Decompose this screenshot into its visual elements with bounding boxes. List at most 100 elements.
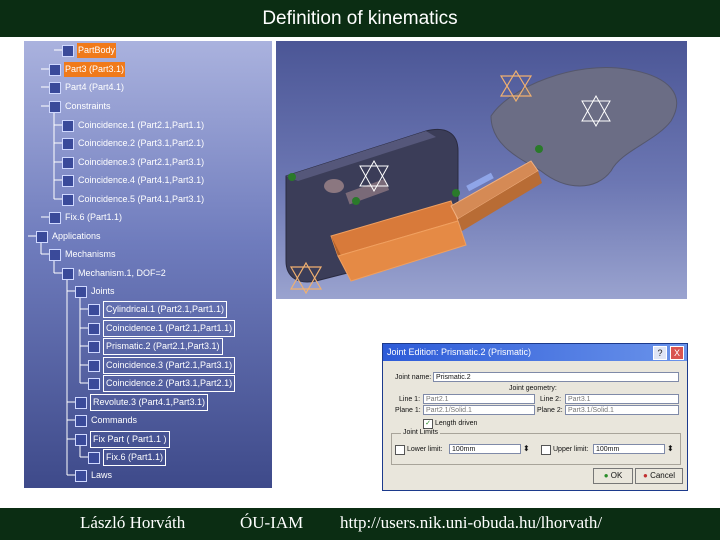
specification-tree[interactable]: PartBody Part3 (Part3.1) Part4 (Part4.1) Co… <box>24 41 272 488</box>
tree-node[interactable]: Coincidence.1 (Part2.1,Part1.1) <box>88 320 236 337</box>
tree-node-icon <box>88 377 100 390</box>
tree-node[interactable]: Coincidence.4 (Part4.1,Part3.1) <box>62 173 205 188</box>
tree-node[interactable]: Coincidence.2 (Part3.1,Part2.1) <box>88 375 236 392</box>
tree-node-label: Coincidence.2 (Part3.1,Part2.1) <box>103 375 236 392</box>
plane2-field[interactable]: Part3.1/Solid.1 <box>565 405 679 415</box>
tree-node[interactable]: Constraints <box>49 99 112 114</box>
joint-name-label: Joint name: <box>395 374 432 381</box>
tree-node[interactable]: Fix.6 (Part1.1) <box>88 449 167 466</box>
ok-button[interactable]: ● OK <box>593 468 633 484</box>
tree-node[interactable]: Commands <box>75 413 138 428</box>
tree-node[interactable]: Part4 (Part4.1) <box>49 80 125 95</box>
tree-node[interactable]: Mechanism.1, DOF=2 <box>62 266 167 281</box>
tree-node-label: Cylindrical.1 (Part2.1,Part1.1) <box>103 301 228 318</box>
tree-node-label: Commands <box>91 415 138 425</box>
tree-node-icon <box>62 193 74 206</box>
dialog-title: Joint Edition: Prismatic.2 (Prismatic) <box>387 347 532 357</box>
tree-node[interactable]: Coincidence.1 (Part2.1,Part1.1) <box>62 118 205 133</box>
tree-node[interactable]: PartBody <box>62 43 117 58</box>
tree-node-label: Fix.6 (Part1.1) <box>65 212 123 222</box>
tree-node-label: Laws <box>91 470 113 480</box>
tree-node-icon <box>88 322 100 335</box>
tree-node-label: Coincidence.5 (Part4.1,Part3.1) <box>78 194 205 204</box>
tree-node-icon <box>88 451 100 464</box>
tree-node-icon <box>75 396 87 409</box>
tree-node-label: Constraints <box>65 101 111 111</box>
tree-node[interactable]: Coincidence.5 (Part4.1,Part3.1) <box>62 192 205 207</box>
tree-node-icon <box>88 359 100 372</box>
tree-node-label: PartBody <box>77 43 117 58</box>
line2-field[interactable]: Part3.1 <box>565 394 679 404</box>
tree-node-icon <box>88 303 100 316</box>
tree-node-icon <box>49 248 61 261</box>
tree-node[interactable]: Coincidence.3 (Part2.1,Part3.1) <box>88 357 236 374</box>
tree-node-icon <box>62 119 74 132</box>
tree-node-icon <box>62 137 74 150</box>
lower-limit-spinner[interactable]: ⬍ <box>523 444 530 453</box>
tree-node[interactable]: Coincidence.3 (Part2.1,Part3.1) <box>62 155 205 170</box>
tree-node[interactable]: Prismatic.2 (Part2.1,Part3.1) <box>88 338 223 355</box>
tree-node-label: Fix.6 (Part1.1) <box>103 449 167 466</box>
tree-node[interactable]: Fix.6 (Part1.1) <box>49 210 123 225</box>
tree-node[interactable]: Fix Part ( Part1.1 ) <box>75 431 170 448</box>
line2-label: Line 2: <box>540 396 562 403</box>
footer-url[interactable]: http://users.nik.uni-obuda.hu/lhorvath/ <box>340 513 602 533</box>
3d-viewport[interactable] <box>276 41 687 299</box>
joint-name-field[interactable]: Prismatic.2 <box>433 372 679 382</box>
joint-geometry-label: Joint geometry: <box>509 385 557 392</box>
tree-node-label: Mechanism.1, DOF=2 <box>78 268 166 278</box>
tree-node-label: Part4 (Part4.1) <box>65 82 125 92</box>
tree-node[interactable]: Cylindrical.1 (Part2.1,Part1.1) <box>88 301 228 318</box>
tree-node[interactable]: Revolute.3 (Part4.1,Part3.1) <box>75 394 209 411</box>
tree-node[interactable]: Part3 (Part3.1) <box>49 62 126 77</box>
line1-label: Line 1: <box>399 396 421 403</box>
tree-node-icon <box>36 230 48 243</box>
lower-limit-checkbox[interactable] <box>395 445 405 455</box>
plane1-field[interactable]: Part2.1/Solid.1 <box>423 405 535 415</box>
axis-marker-2 <box>499 69 533 103</box>
cancel-button[interactable]: ● Cancel <box>635 468 683 484</box>
lower-limit-field[interactable]: 100mm <box>449 444 521 454</box>
tree-node-label: Mechanisms <box>65 249 116 259</box>
close-button[interactable]: X <box>670 346 684 360</box>
tree-node-label: Fix Part ( Part1.1 ) <box>90 431 170 448</box>
tree-node-icon <box>88 340 100 353</box>
cancel-label: Cancel <box>650 471 675 480</box>
footer-institution: ÓU-IAM <box>240 513 304 532</box>
tree-node[interactable]: Laws <box>75 468 113 483</box>
dialog-title-bar: Joint Edition: Prismatic.2 (Prismatic) ?… <box>383 344 687 361</box>
footer-author: László Horváth <box>80 513 186 532</box>
tree-node-label: Joints <box>91 286 115 296</box>
tree-node[interactable]: Joints <box>75 284 116 299</box>
ok-check-icon: ● <box>603 471 611 480</box>
joint-limits-label: Joint Limits <box>401 429 441 436</box>
tree-node-label: Coincidence.4 (Part4.1,Part3.1) <box>78 175 205 185</box>
slide-footer: László Horváth ÓU-IAM http://users.nik.u… <box>0 508 720 540</box>
tree-node-label: Prismatic.2 (Part2.1,Part3.1) <box>103 338 223 355</box>
tree-node-icon <box>49 63 61 76</box>
upper-limit-spinner[interactable]: ⬍ <box>667 444 674 453</box>
tree-node-icon <box>49 100 61 113</box>
tree-node-label: Coincidence.3 (Part2.1,Part3.1) <box>103 357 236 374</box>
tree-node[interactable]: Coincidence.2 (Part3.1,Part2.1) <box>62 136 205 151</box>
tree-node-icon <box>62 44 74 57</box>
upper-limit-checkbox[interactable] <box>541 445 551 455</box>
ok-label: OK <box>610 471 623 480</box>
length-driven-checkbox[interactable]: ✓ <box>423 419 433 429</box>
tree-node-icon <box>62 267 74 280</box>
tree-node-label: Coincidence.2 (Part3.1,Part2.1) <box>78 138 205 148</box>
help-button[interactable]: ? <box>653 346 667 360</box>
tree-node-label: Coincidence.3 (Part2.1,Part3.1) <box>78 157 205 167</box>
tree-node-icon <box>62 174 74 187</box>
tree-node-icon <box>49 211 61 224</box>
tree-node-label: Applications <box>52 231 101 241</box>
lower-limit-label: Lower limit: <box>407 446 443 453</box>
upper-limit-field[interactable]: 100mm <box>593 444 665 454</box>
tree-node[interactable]: Mechanisms <box>49 247 117 262</box>
tree-node[interactable]: Applications <box>36 229 102 244</box>
mechanism-model[interactable] <box>276 41 687 299</box>
tree-node-icon <box>62 156 74 169</box>
tree-node-label: Coincidence.1 (Part2.1,Part1.1) <box>103 320 236 337</box>
line1-field[interactable]: Part2.1 <box>423 394 535 404</box>
joint-edition-dialog: Joint Edition: Prismatic.2 (Prismatic) ?… <box>382 343 688 491</box>
